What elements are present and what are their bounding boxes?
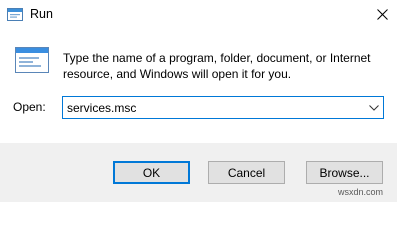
open-label: Open: [13,100,46,114]
close-icon [376,8,388,20]
run-icon [15,47,49,73]
browse-button[interactable]: Browse... [306,161,383,184]
dropdown-button[interactable] [365,97,383,118]
open-combobox[interactable] [62,96,384,119]
open-input[interactable] [67,100,357,116]
window-title: Run [30,7,53,21]
ok-button[interactable]: OK [113,161,190,184]
run-description: Type the name of a program, folder, docu… [63,51,371,81]
chevron-down-icon [369,104,379,111]
cancel-button[interactable]: Cancel [208,161,285,184]
close-button[interactable] [369,2,395,26]
title-bar: Run [0,0,397,30]
run-app-icon [7,8,23,21]
watermark: wsxdn.com [338,187,384,197]
